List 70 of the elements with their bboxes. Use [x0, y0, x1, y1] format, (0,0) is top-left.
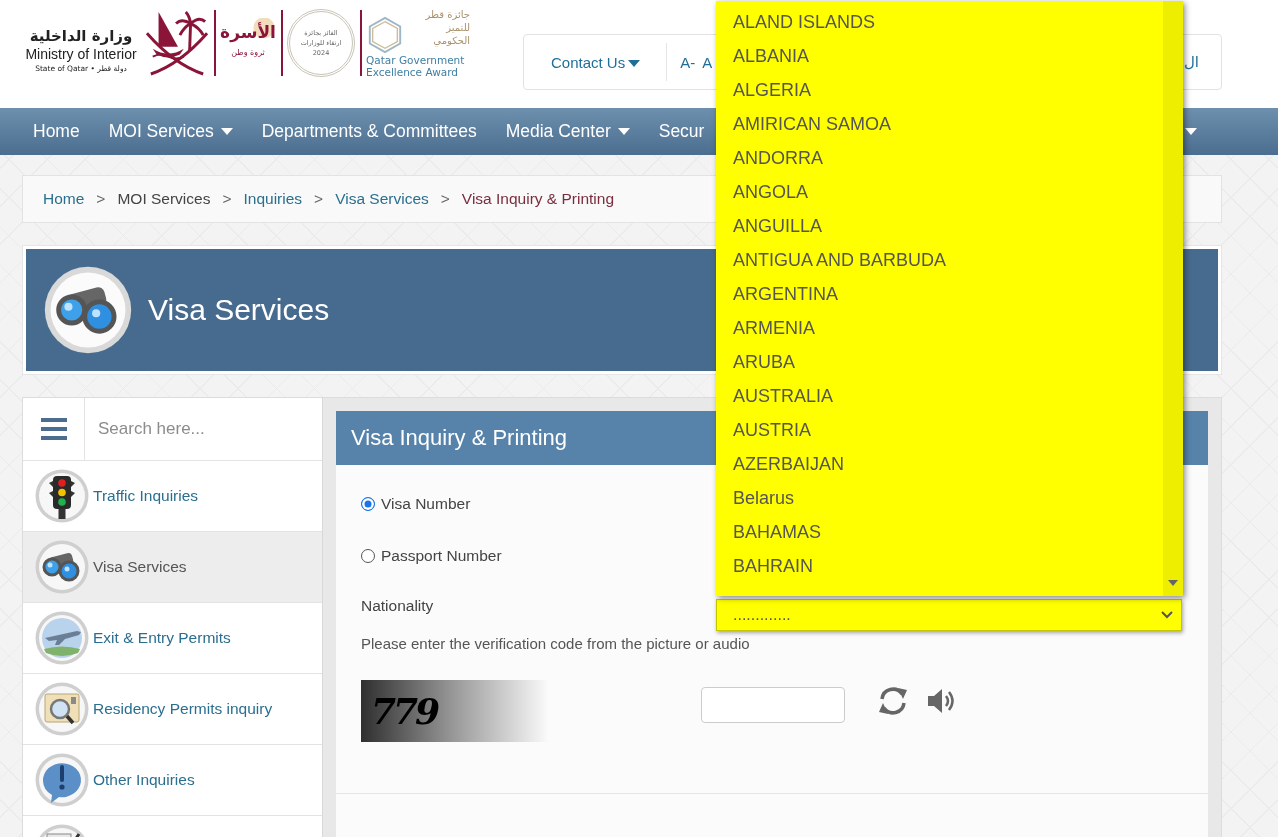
breadcrumb-separator: >	[314, 190, 324, 208]
menu-icon	[40, 418, 67, 440]
breadcrumb-current: Visa Inquiry & Printing	[461, 190, 615, 208]
award-arabic-text: الحكومي	[433, 34, 470, 47]
binoculars-icon	[35, 540, 89, 594]
award-arabic-text: جائزة قطر	[425, 8, 470, 21]
breadcrumb-link[interactable]: Home	[43, 190, 85, 208]
radio-label: Passport Number	[381, 547, 502, 565]
dropdown-option[interactable]: BAHAMAS	[716, 515, 1163, 549]
dropdown-option[interactable]: ANTIGUA AND BARBUDA	[716, 243, 1163, 277]
award-arabic-text: للتميز	[446, 21, 470, 34]
nationality-select[interactable]: .............	[716, 599, 1182, 631]
refresh-icon[interactable]	[877, 686, 909, 716]
nav-item[interactable]: Home	[33, 121, 80, 142]
field-label: Nationality	[361, 597, 435, 615]
sidebar-item[interactable]: Visa Services	[23, 532, 322, 603]
font-increase-button[interactable]: A	[702, 53, 713, 71]
dropdown-option[interactable]: AMIRICAN SAMOA	[716, 107, 1163, 141]
dropdown-option[interactable]: ARUBA	[716, 345, 1163, 379]
breadcrumb-link[interactable]: Visa Services	[335, 190, 429, 208]
binoculars-icon	[44, 266, 132, 354]
exclamation-bubble-icon	[35, 753, 89, 807]
language-link[interactable]: ال	[1183, 53, 1199, 71]
speaker-icon[interactable]	[926, 686, 956, 716]
contact-link[interactable]: Contact Us	[551, 53, 641, 71]
dropdown-option[interactable]: ANGUILLA	[716, 209, 1163, 243]
caret-icon[interactable]	[1185, 128, 1197, 135]
dropdown-option[interactable]: ARGENTINA	[716, 277, 1163, 311]
breadcrumb-separator: >	[440, 190, 450, 208]
dropdown-option[interactable]: ARMENIA	[716, 311, 1163, 345]
radio-button[interactable]	[361, 497, 375, 511]
scrollbar[interactable]	[1163, 1, 1183, 596]
dropdown-option[interactable]: ALGERIA	[716, 73, 1163, 107]
nav-item[interactable]: Media Center	[505, 121, 630, 142]
dropdown-option[interactable]: Belarus	[716, 481, 1163, 515]
hexagon-ring-icon	[366, 16, 404, 54]
emblem-icon	[145, 8, 209, 76]
chevron-icon	[1161, 611, 1173, 619]
font-decrease-button[interactable]: A-	[680, 53, 696, 71]
ministry-name: Ministry of Interior	[25, 46, 137, 63]
dropdown-option[interactable]: AZERBAIJAN	[716, 447, 1163, 481]
dropdown-option[interactable]: ANGOLA	[716, 175, 1163, 209]
dropdown-option[interactable]: AUSTRIA	[716, 413, 1163, 447]
ministry-arabic-name: وزارة الداخلية	[29, 26, 133, 46]
dropdown-option[interactable]: ANDORRA	[716, 141, 1163, 175]
panel-title: Visa Inquiry & Printing	[351, 425, 568, 451]
nav-item[interactable]: MOI Services	[108, 121, 233, 142]
award-english-text: Qatar Government	[366, 54, 466, 66]
traffic-light-icon	[35, 469, 89, 523]
radio-label: Visa Number	[381, 495, 471, 513]
dropdown-option[interactable]: AUSTRALIA	[716, 379, 1163, 413]
dropdown-option[interactable]: BAHRAIN	[716, 549, 1163, 583]
breadcrumb-item: MOI Services	[117, 190, 211, 208]
input-field[interactable]	[701, 687, 845, 723]
scroll-down-arrow-icon[interactable]	[1168, 580, 1178, 586]
page-title: Visa Services	[148, 293, 330, 327]
breadcrumb-separator: >	[222, 190, 232, 208]
nav-item[interactable]: Departments & Committees	[261, 121, 477, 142]
plane-icon	[35, 611, 89, 665]
breadcrumb-separator: >	[96, 190, 106, 208]
nav-item[interactable]: Secur	[658, 121, 705, 142]
dropdown-option[interactable]: ALAND ISLANDS	[716, 5, 1163, 39]
breadcrumb-link[interactable]: Inquiries	[243, 190, 303, 208]
family-logo-slogan: ثروة وطن	[231, 47, 265, 59]
magnifier-document-icon	[35, 682, 89, 736]
award-english-text: Excellence Award	[366, 66, 459, 78]
radio-button[interactable]	[361, 549, 375, 563]
captcha-code: 779	[371, 690, 438, 732]
dropdown-option[interactable]: ALBANIA	[716, 39, 1163, 73]
instruction-text: Please enter the verification code from the picture or audio	[361, 635, 751, 652]
